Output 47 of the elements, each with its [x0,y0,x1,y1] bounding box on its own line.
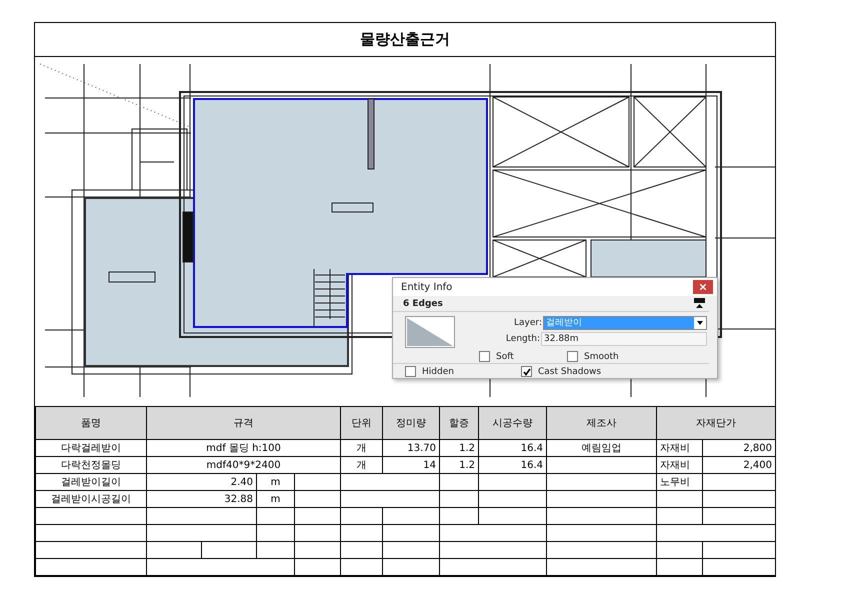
table-cell: 2,800 [702,440,776,456]
close-button[interactable] [693,280,713,294]
table-cell: 개 [340,440,382,456]
table-cell: 1.2 [440,456,478,474]
table-cell: 2.40 [146,474,256,490]
checkbox[interactable]: Soft [479,351,567,362]
table-cell: m [256,490,294,508]
selection-label: 6 Edges [403,298,443,308]
checkbox[interactable]: Cast Shadows [521,366,661,377]
table-cell: 1.2 [440,440,478,456]
field-label: Length: [506,334,540,344]
field-label: Layer: [514,318,542,328]
column-header: 규격 [146,407,340,440]
column-header: 시공수량 [478,407,546,440]
dialog-title: Entity Info [401,282,452,292]
table-cell: 예림임업 [546,440,656,456]
column-header: 품명 [36,407,146,440]
table-cell: 14 [382,456,440,474]
table-cell: 자재비 [656,456,702,474]
table-cell: 걸레받이길이 [36,474,146,490]
table-cell: 16.4 [478,440,546,456]
table-cell: 다락걸레받이 [36,440,146,456]
close-icon [700,284,706,290]
table-cell: mdf40*9*2400 [146,456,340,474]
table-cell: 다락천정몰딩 [36,456,146,474]
length-field[interactable]: 32.88m [541,332,707,346]
table-cell: 노무비 [656,474,702,490]
table-cell: 개 [340,456,382,474]
checkmark-icon [522,368,530,376]
table-cell: 16.4 [478,456,546,474]
table-cell: m [256,474,294,490]
column-header: 단위 [340,407,382,440]
document-title: 물량산출근거 [360,30,450,49]
edge-preview-swatch [405,316,455,348]
table-cell: 자재비 [656,440,702,456]
table-cell: mdf 몰딩 h:100 [146,440,340,456]
column-header: 정미량 [382,407,440,440]
table-cell: 13.70 [382,440,440,456]
column-header: 할증 [440,407,478,440]
table-cell: 2,400 [702,456,776,474]
table-cell: 걸레받이시공길이 [36,490,146,508]
checkbox[interactable]: Hidden [405,366,521,377]
column-header: 제조사 [546,407,656,440]
checkbox[interactable]: Smooth [567,351,657,362]
column-header: 자재단가 [656,407,776,440]
monitor-icon[interactable] [694,298,705,309]
table-cell: 32.88 [146,490,256,508]
